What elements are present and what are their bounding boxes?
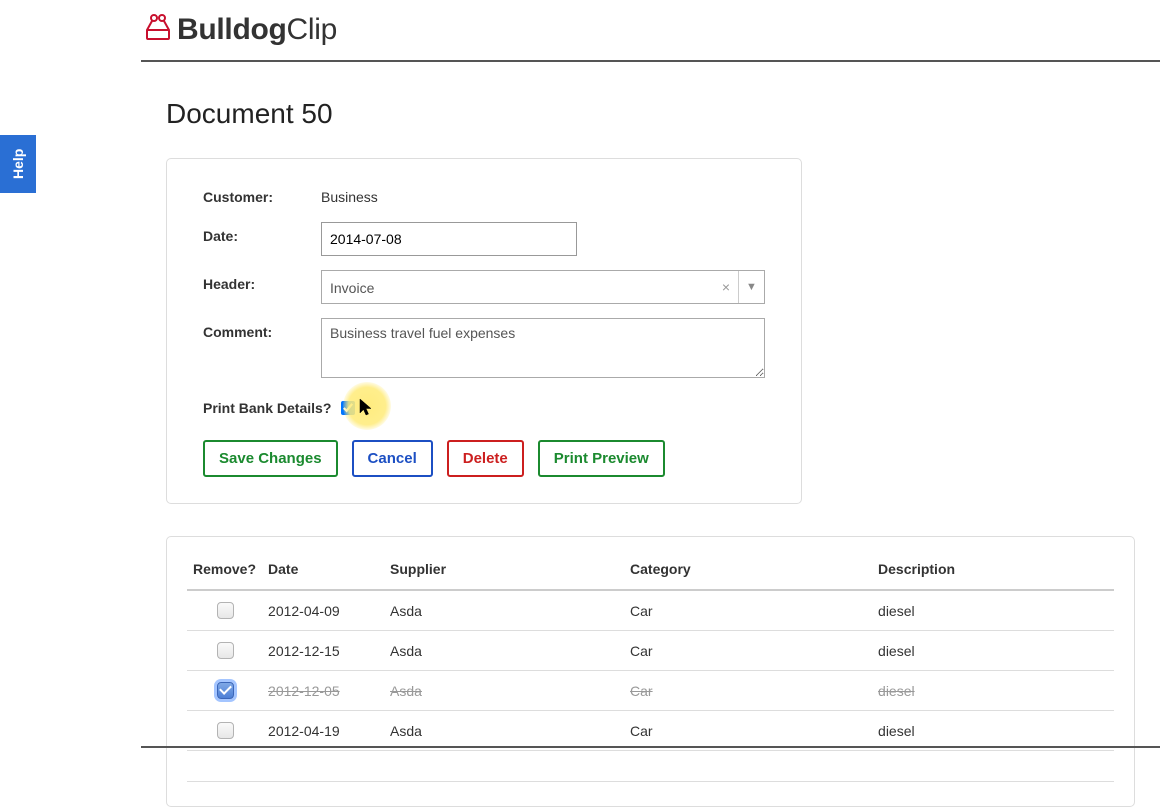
cell-date: 2012-04-09 xyxy=(262,590,384,631)
comment-textarea[interactable] xyxy=(321,318,765,378)
remove-checkbox[interactable] xyxy=(217,722,234,739)
delete-button[interactable]: Delete xyxy=(447,440,524,477)
cell-category: Car xyxy=(624,671,872,711)
cell-supplier: Asda xyxy=(384,590,624,631)
cell-supplier: Asda xyxy=(384,671,624,711)
document-form-card: Customer: Business Date: Header: Invoice… xyxy=(166,158,802,504)
date-label: Date: xyxy=(203,222,321,247)
help-tab[interactable]: Help xyxy=(0,135,36,193)
clip-icon xyxy=(141,12,175,50)
cursor-icon xyxy=(359,398,375,421)
table-row: 2012-04-09AsdaCardiesel xyxy=(187,590,1114,631)
remove-checkbox[interactable] xyxy=(217,682,234,699)
cell-description: diesel xyxy=(872,631,1114,671)
customer-value: Business xyxy=(321,183,378,208)
cell-category: Car xyxy=(624,711,872,751)
comment-label: Comment: xyxy=(203,318,321,343)
col-remove: Remove? xyxy=(187,555,262,590)
header-select[interactable]: Invoice × ▼ xyxy=(321,270,765,304)
bank-details-checkbox[interactable] xyxy=(341,401,355,415)
cell-supplier: Asda xyxy=(384,631,624,671)
line-items-table: Remove? Date Supplier Category Descripti… xyxy=(187,555,1114,751)
remove-checkbox[interactable] xyxy=(217,602,234,619)
save-button[interactable]: Save Changes xyxy=(203,440,338,477)
line-items-card: Remove? Date Supplier Category Descripti… xyxy=(166,536,1135,807)
cell-description: diesel xyxy=(872,711,1114,751)
cancel-button[interactable]: Cancel xyxy=(352,440,433,477)
col-supplier: Supplier xyxy=(384,555,624,590)
table-row: 2012-12-15AsdaCardiesel xyxy=(187,631,1114,671)
cell-supplier: Asda xyxy=(384,711,624,751)
header-bar: BulldogClip xyxy=(141,0,1160,62)
cell-date: 2012-12-15 xyxy=(262,631,384,671)
cell-date: 2012-04-19 xyxy=(262,711,384,751)
remove-checkbox[interactable] xyxy=(217,642,234,659)
col-date: Date xyxy=(262,555,384,590)
footer-divider xyxy=(141,746,1160,748)
col-category: Category xyxy=(624,555,872,590)
table-row: 2012-04-19AsdaCardiesel xyxy=(187,711,1114,751)
date-input[interactable] xyxy=(321,222,577,256)
print-preview-button[interactable]: Print Preview xyxy=(538,440,665,477)
cell-category: Car xyxy=(624,590,872,631)
logo-bold: Bulldog xyxy=(177,13,287,46)
logo-thin: Clip xyxy=(287,13,337,46)
app-logo: BulldogClip xyxy=(141,13,337,46)
clear-icon[interactable]: × xyxy=(714,271,738,303)
cell-date: 2012-12-05 xyxy=(262,671,384,711)
page-title: Document 50 xyxy=(166,98,1135,130)
customer-label: Customer: xyxy=(203,183,321,208)
bank-details-label: Print Bank Details? xyxy=(203,400,331,416)
header-select-text: Invoice xyxy=(322,271,714,303)
chevron-down-icon[interactable]: ▼ xyxy=(738,271,764,303)
cell-description: diesel xyxy=(872,590,1114,631)
cell-category: Car xyxy=(624,631,872,671)
cell-description: diesel xyxy=(872,671,1114,711)
col-description: Description xyxy=(872,555,1114,590)
table-row: 2012-12-05AsdaCardiesel xyxy=(187,671,1114,711)
header-label: Header: xyxy=(203,270,321,295)
